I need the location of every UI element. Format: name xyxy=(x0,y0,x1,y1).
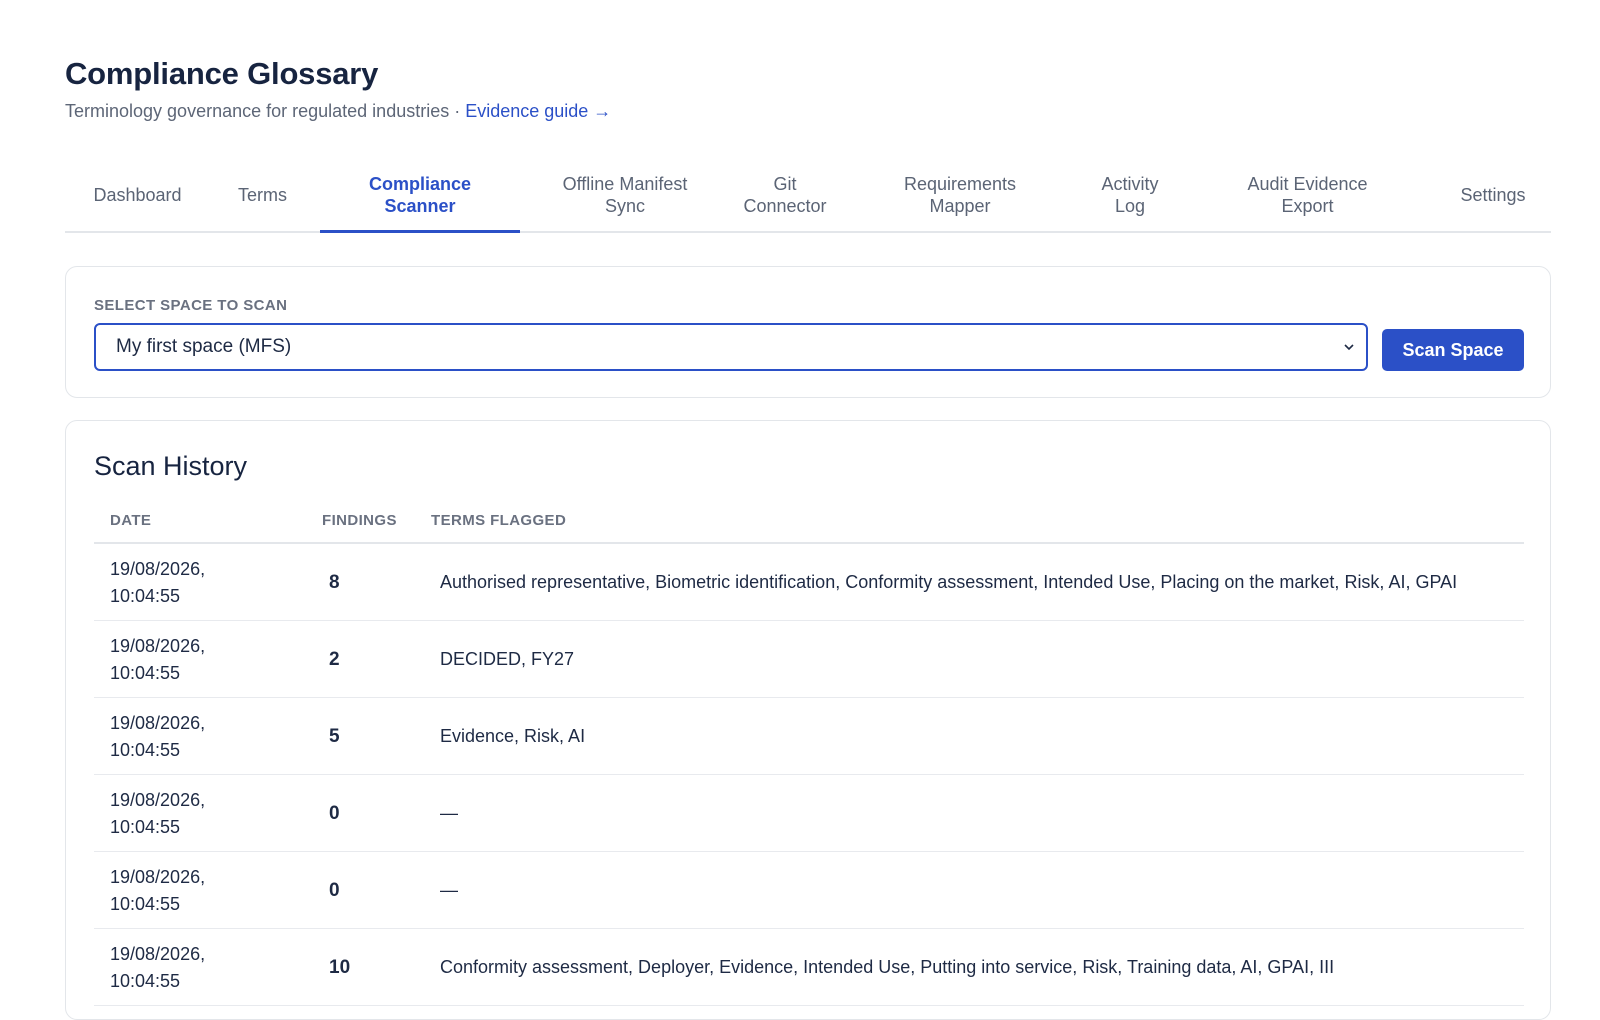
row-terms: Evidence, Risk, AI xyxy=(440,726,586,746)
row-findings: 5 xyxy=(329,725,340,747)
table-row[interactable]: 19/08/2026, 10:04:55 10 Conformity assess… xyxy=(94,929,1524,1006)
tab-audit-evidence-export[interactable]: Audit Evidence Export xyxy=(1215,158,1400,231)
table-row[interactable]: 19/08/2026, 10:04:55 0 — xyxy=(94,852,1524,929)
row-date: 19/08/2026, 10:04:55 xyxy=(110,633,290,687)
row-terms: Authorised representative, Biometric ide… xyxy=(440,572,1458,592)
row-date-time: 10:04:55 xyxy=(110,663,181,683)
row-date-time: 10:04:55 xyxy=(110,586,181,606)
row-findings: 0 xyxy=(329,802,340,824)
evidence-guide-link[interactable]: Evidence guide → xyxy=(465,101,611,121)
tab-requirements-mapper[interactable]: Requirements Mapper xyxy=(880,158,1040,231)
tab-activity-log[interactable]: Activity Log xyxy=(1075,158,1185,231)
column-header-terms: TERMS FLAGGED xyxy=(431,512,567,529)
scan-history-card: Scan History DATE FINDINGS TERMS FLAGGED… xyxy=(65,420,1551,1020)
page-title: Compliance Glossary xyxy=(65,56,379,91)
column-header-date: DATE xyxy=(110,512,152,529)
tab-git-connector[interactable]: Git Connector xyxy=(730,158,840,231)
table-row[interactable]: 19/08/2026, 10:04:55 2 DECIDED, FY27 xyxy=(94,621,1524,698)
tab-terms[interactable]: Terms xyxy=(210,158,315,231)
main-tabs: Dashboard Terms Compliance Scanner Offli… xyxy=(65,158,1551,233)
row-terms: — xyxy=(440,880,458,900)
row-terms: Conformity assessment, Deployer, Evidenc… xyxy=(440,957,1335,977)
tab-audit-evidence-export-label: Audit Evidence Export xyxy=(1247,173,1368,216)
space-select[interactable]: My first space (MFS) xyxy=(94,323,1368,371)
row-date: 19/08/2026, 10:04:55 xyxy=(110,556,290,610)
row-date-time: 10:04:55 xyxy=(110,971,181,991)
tab-requirements-mapper-label: Requirements Mapper xyxy=(903,173,1017,216)
row-findings: 10 xyxy=(329,956,351,978)
select-space-label: SELECT SPACE TO SCAN xyxy=(94,297,288,314)
table-row[interactable]: 19/08/2026, 10:04:55 0 — xyxy=(94,775,1524,852)
page-subtitle: Terminology governance for regulated ind… xyxy=(65,101,611,122)
row-date-time: 10:04:55 xyxy=(110,894,181,914)
tab-compliance-scanner-label: Compliance Scanner xyxy=(368,173,472,216)
scan-history-title: Scan History xyxy=(94,451,248,481)
table-row[interactable]: 19/08/2026, 10:04:55 8 Authorised represe… xyxy=(94,544,1524,621)
space-select-value: My first space (MFS) xyxy=(116,336,292,357)
table-row[interactable]: 19/08/2026, 10:04:55 5 Evidence, Risk, AI xyxy=(94,698,1524,775)
tab-offline-manifest-sync-label: Offline Manifest Sync xyxy=(562,173,688,216)
tab-dashboard[interactable]: Dashboard xyxy=(65,158,210,231)
chevron-down-icon xyxy=(1344,344,1354,351)
row-date: 19/08/2026, 10:04:55 xyxy=(110,710,290,764)
row-terms: DECIDED, FY27 xyxy=(440,649,575,669)
row-date-day: 19/08/2026, xyxy=(110,559,206,579)
row-date-time: 10:04:55 xyxy=(110,817,181,837)
row-date-day: 19/08/2026, xyxy=(110,867,206,887)
row-findings: 8 xyxy=(329,571,340,593)
row-date-day: 19/08/2026, xyxy=(110,790,206,810)
scan-history-table: DATE FINDINGS TERMS FLAGGED 19/08/2026, 1… xyxy=(94,507,1524,1006)
row-findings: 2 xyxy=(329,648,340,670)
row-terms: — xyxy=(440,803,458,823)
tab-settings[interactable]: Settings xyxy=(1435,158,1551,231)
tab-offline-manifest-sync[interactable]: Offline Manifest Sync xyxy=(540,158,710,231)
tab-compliance-scanner[interactable]: Compliance Scanner xyxy=(320,158,520,233)
tab-activity-log-label: Activity Log xyxy=(1101,173,1159,216)
row-date-time: 10:04:55 xyxy=(110,740,181,760)
subtitle-separator: · xyxy=(454,101,461,121)
scan-space-card: SELECT SPACE TO SCAN My first space (MFS… xyxy=(65,266,1551,398)
row-date-day: 19/08/2026, xyxy=(110,636,206,656)
row-date: 19/08/2026, 10:04:55 xyxy=(110,864,290,918)
column-header-findings: FINDINGS xyxy=(322,512,397,529)
scan-space-button[interactable]: Scan Space xyxy=(1382,329,1524,371)
row-date: 19/08/2026, 10:04:55 xyxy=(110,787,290,841)
row-date-day: 19/08/2026, xyxy=(110,944,206,964)
tab-git-connector-label: Git Connector xyxy=(743,173,827,216)
row-date-day: 19/08/2026, xyxy=(110,713,206,733)
table-header: DATE FINDINGS TERMS FLAGGED xyxy=(94,507,1524,544)
subtitle-text: Terminology governance for regulated ind… xyxy=(65,101,450,121)
row-findings: 0 xyxy=(329,879,340,901)
row-date: 19/08/2026, 10:04:55 xyxy=(110,941,290,995)
